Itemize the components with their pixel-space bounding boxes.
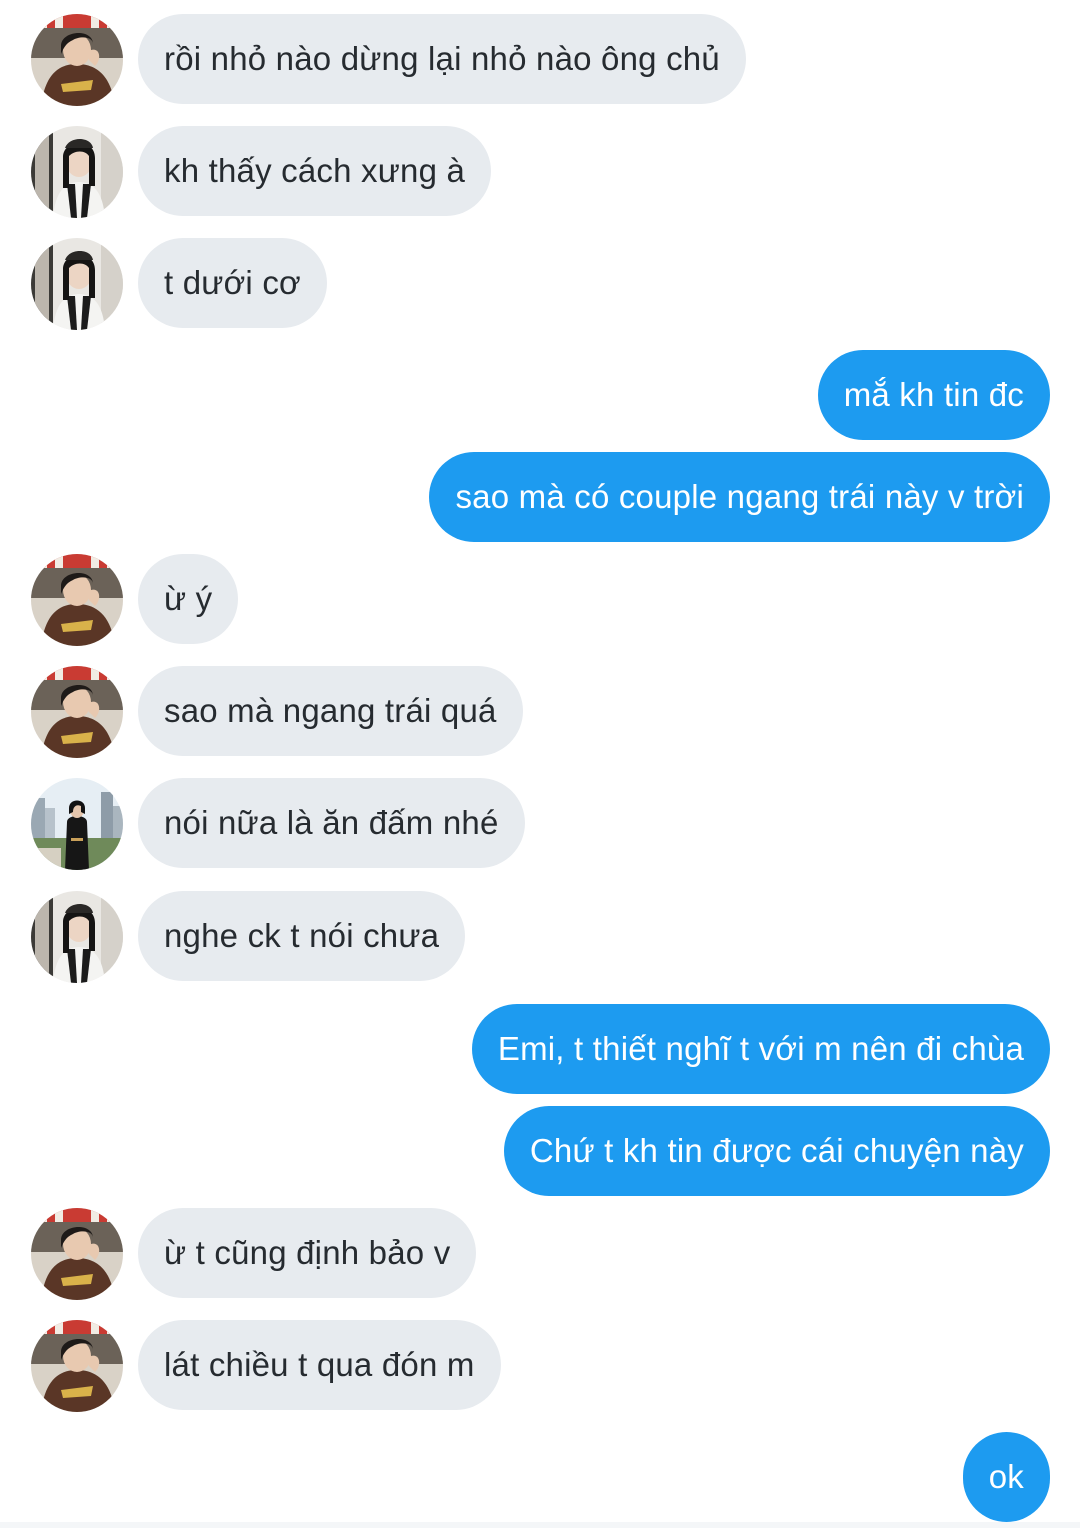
outgoing-message: Chứ t kh tin được cái chuyện này xyxy=(0,1106,1080,1196)
incoming-message: ừ t cũng định bảo v xyxy=(0,1208,1080,1298)
message-bubble[interactable]: Emi, t thiết nghĩ t với m nên đi chùa xyxy=(471,1004,1050,1094)
outgoing-message: sao mà có couple ngang trái này v trời xyxy=(0,452,1080,542)
outgoing-message: mắ kh tin đc xyxy=(0,350,1080,440)
message-bubble[interactable]: mắ kh tin đc xyxy=(817,350,1050,440)
avatar[interactable] xyxy=(31,666,123,758)
avatar[interactable] xyxy=(31,126,123,218)
incoming-message: t dưới cơ xyxy=(0,238,1080,328)
incoming-message: lát chiều t qua đón m xyxy=(0,1320,1080,1410)
incoming-message: nói nữa là ăn đấm nhé xyxy=(0,778,1080,868)
message-bubble[interactable]: sao mà ngang trái quá xyxy=(138,666,523,756)
outgoing-message: Emi, t thiết nghĩ t với m nên đi chùa xyxy=(0,1004,1080,1094)
message-bubble[interactable]: lát chiều t qua đón m xyxy=(138,1320,501,1410)
bottom-divider xyxy=(0,1522,1080,1528)
message-bubble[interactable]: ok xyxy=(962,1432,1050,1522)
outgoing-message: ok xyxy=(0,1432,1080,1522)
incoming-message: ừ ý xyxy=(0,554,1080,644)
message-bubble[interactable]: sao mà có couple ngang trái này v trời xyxy=(429,452,1050,542)
message-bubble[interactable]: t dưới cơ xyxy=(138,238,327,328)
avatar[interactable] xyxy=(31,891,123,983)
message-bubble[interactable]: kh thấy cách xưng à xyxy=(138,126,492,216)
message-bubble[interactable]: rồi nhỏ nào dừng lại nhỏ nào ông chủ xyxy=(138,14,746,104)
incoming-message: nghe ck t nói chưa xyxy=(0,891,1080,981)
avatar[interactable] xyxy=(31,554,123,646)
incoming-message: sao mà ngang trái quá xyxy=(0,666,1080,756)
incoming-message: rồi nhỏ nào dừng lại nhỏ nào ông chủ xyxy=(0,14,1080,104)
avatar[interactable] xyxy=(31,1320,123,1412)
message-bubble[interactable]: ừ t cũng định bảo v xyxy=(138,1208,477,1298)
message-bubble[interactable]: nói nữa là ăn đấm nhé xyxy=(138,778,525,868)
avatar[interactable] xyxy=(31,238,123,330)
message-bubble[interactable]: Chứ t kh tin được cái chuyện này xyxy=(503,1106,1050,1196)
avatar[interactable] xyxy=(31,1208,123,1300)
incoming-message: kh thấy cách xưng à xyxy=(0,126,1080,216)
message-bubble[interactable]: ừ ý xyxy=(138,554,239,644)
message-bubble[interactable]: nghe ck t nói chưa xyxy=(138,891,466,981)
avatar[interactable] xyxy=(31,14,123,106)
avatar[interactable] xyxy=(31,778,123,870)
